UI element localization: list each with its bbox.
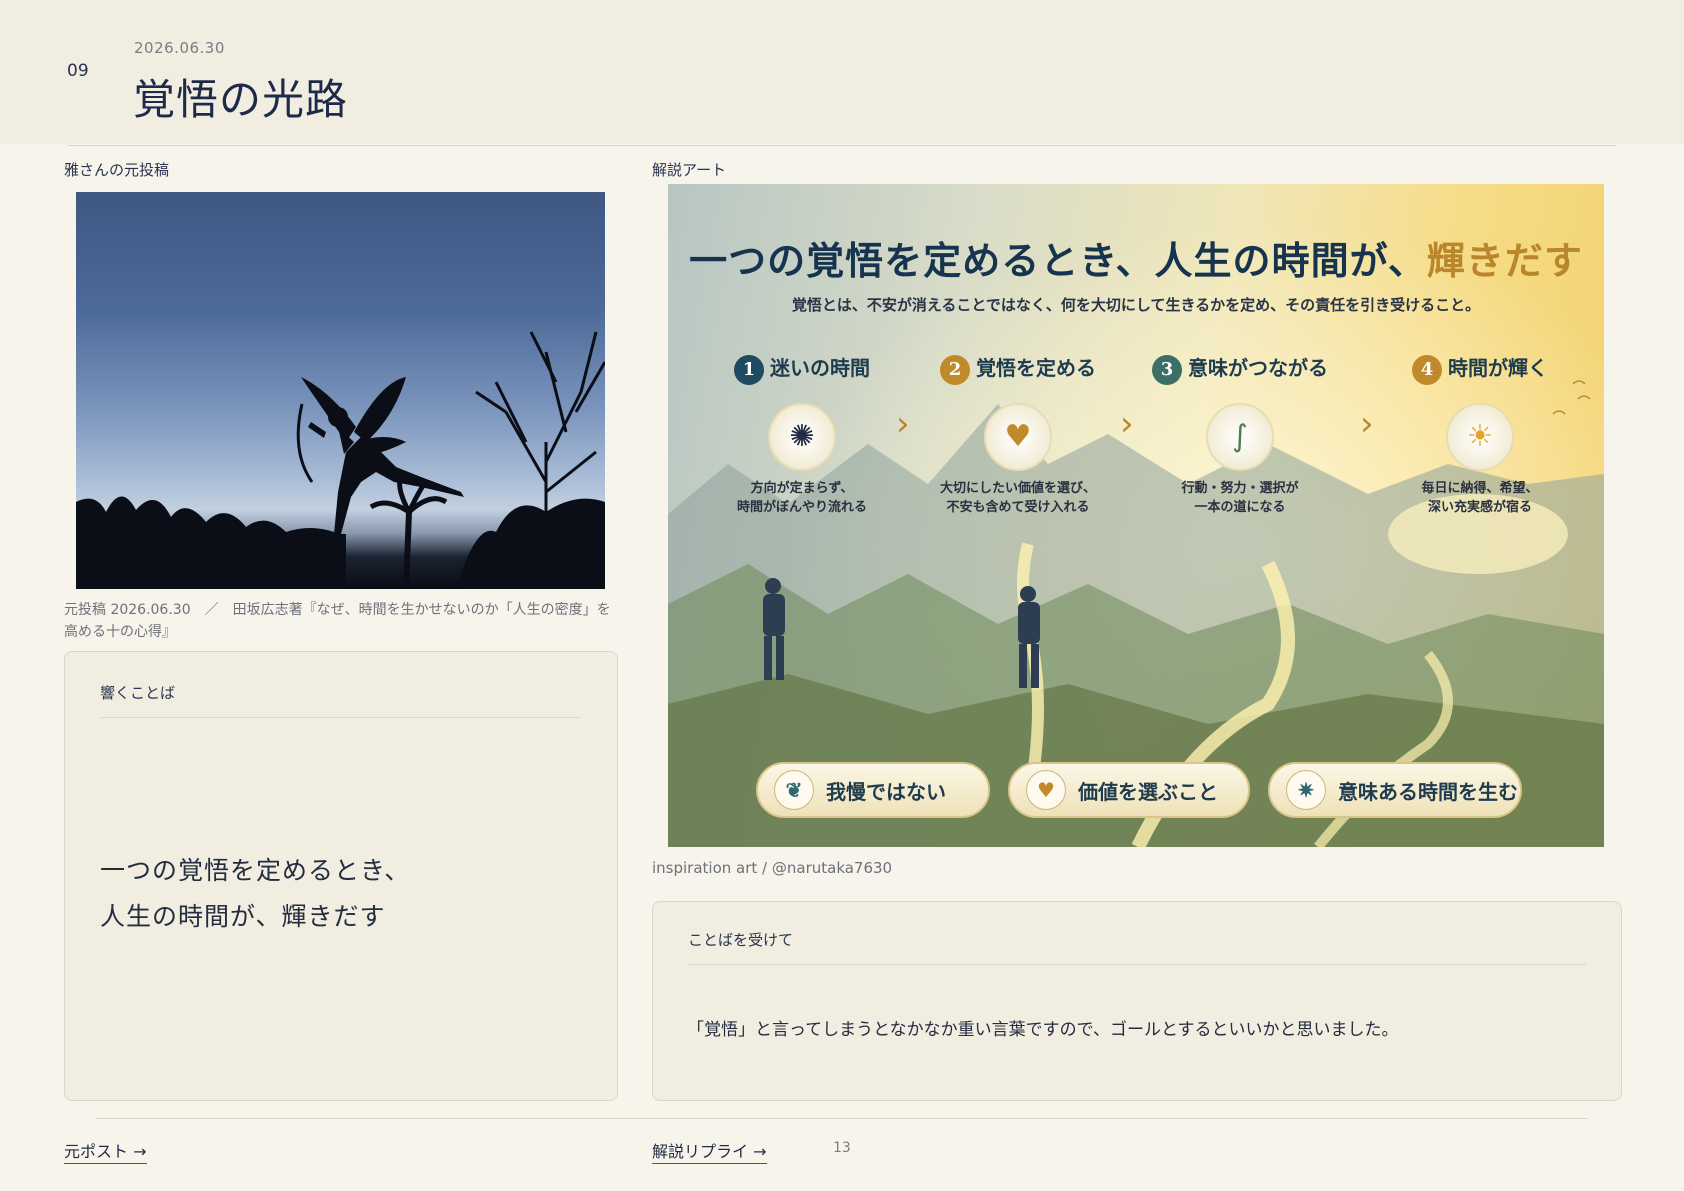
page-title: 覚悟の光路	[133, 75, 349, 124]
original-post-label: 雅さんの元投稿	[64, 161, 170, 179]
step-number-badge: 4	[1412, 354, 1442, 385]
art-title-part: 人生	[1154, 238, 1233, 283]
chevron-right-icon: ›	[1360, 404, 1374, 444]
step-desc: 時間がぼんやり流れる	[736, 499, 867, 515]
step-label: 覚悟を定める	[976, 356, 1096, 380]
card-divider	[100, 717, 581, 718]
pill-choose-values: ♥ 価値を選ぶこと	[1008, 762, 1250, 818]
response-card: ことばを受けて	[652, 901, 1622, 1101]
explanation-reply-link[interactable]: 解説リプライ →	[652, 1138, 767, 1164]
step-number-badge: 3	[1152, 354, 1182, 385]
explanation-art-label: 解説アート	[652, 161, 727, 179]
step-1: 1 迷いの時間 ✺ 方向が定まらず、 時間がぼんやり流れる	[702, 352, 902, 517]
step-number-badge: 2	[940, 354, 970, 385]
pill-meaningful-time: ✷ 意味ある時間を生む	[1268, 762, 1522, 818]
step-desc: 毎日に納得、希望、	[1421, 480, 1539, 496]
post-caption: 元投稿 2026.06.30 ／ 田坂広志著『なぜ、時間を生かせないのか「人生の…	[64, 602, 611, 640]
art-title-part: の	[1232, 238, 1272, 283]
pill-label: 意味ある時間を生む	[1338, 779, 1518, 804]
step-label: 意味がつながる	[1188, 356, 1328, 380]
card-divider	[688, 964, 1586, 965]
art-title-highlight: 輝きだす	[1426, 238, 1583, 283]
step-label: 迷いの時間	[770, 356, 870, 380]
tangled-knot-icon: ✺	[768, 402, 836, 471]
quote-line-2: 人生の時間が、輝きだす	[100, 902, 386, 931]
pill-label: 価値を選ぶこと	[1078, 779, 1218, 804]
step-3: 3 意味がつながる ∫ 行動・努力・選択が 一本の道になる	[1140, 352, 1340, 517]
step-number-badge: 1	[734, 354, 764, 385]
art-title-part: 時間	[1271, 238, 1350, 283]
response-heading: ことばを受けて	[688, 931, 794, 949]
header-divider	[68, 145, 1616, 146]
response-text: 「覚悟」と言ってしまうとなかなか重い言葉ですので、ゴールとするといいかと思いまし…	[687, 1020, 1399, 1040]
step-desc: 不安も含めて受け入れる	[946, 499, 1090, 515]
entry-number: 09	[67, 61, 89, 81]
art-title-part: が、	[1349, 238, 1427, 283]
explanation-art: 一つの覚悟を定めるとき、人生の時間が、輝きだす 覚悟とは、不安が消えることではな…	[668, 184, 1604, 847]
leaf-sprout-icon: ❦	[774, 770, 814, 810]
original-post-photo	[76, 192, 605, 589]
silhouette-scene	[76, 331, 605, 589]
entry-date: 2026.06.30	[134, 39, 225, 57]
art-title: 一つの覚悟を定めるとき、人生の時間が、輝きだす	[668, 230, 1604, 285]
step-desc: 深い充実感が宿る	[1427, 499, 1532, 515]
star-burst-icon: ✷	[1286, 770, 1326, 810]
winding-path-icon: ∫	[1206, 402, 1274, 471]
art-credit: inspiration art / @narutaka7630	[652, 859, 893, 877]
original-post-link[interactable]: 元ポスト →	[64, 1138, 147, 1164]
reply-count: 13	[833, 1140, 851, 1156]
resonant-words-heading: 響くことば	[100, 684, 176, 702]
step-desc: 方向が定まらず、	[750, 480, 854, 496]
step-label: 時間が輝く	[1448, 356, 1548, 380]
footer-divider	[96, 1118, 1588, 1119]
step-desc: 大切にしたい価値を選び、	[939, 480, 1096, 496]
art-title-part: を定めるとき、	[884, 238, 1155, 283]
pill-not-endurance: ❦ 我慢ではない	[756, 762, 990, 818]
art-subtitle: 覚悟とは、不安が消えることではなく、何を大切にして生きるかを定め、その責任を引き…	[791, 296, 1481, 314]
pill-label: 我慢ではない	[826, 779, 946, 804]
art-title-part: 覚悟	[806, 238, 885, 283]
sun-icon: ☀	[1446, 402, 1514, 471]
heart-in-hand-icon: ♥	[984, 402, 1052, 471]
quote-line-1: 一つの覚悟を定めるとき、	[100, 856, 411, 885]
chevron-right-icon: ›	[896, 404, 910, 444]
step-desc: 行動・努力・選択が	[1181, 480, 1299, 496]
chevron-right-icon: ›	[1120, 404, 1134, 444]
step-desc: 一本の道になる	[1194, 499, 1286, 515]
featured-quote: 一つの覚悟を定めるとき、 人生の時間が、輝きだす	[100, 848, 410, 940]
art-title-part: 一つの	[689, 238, 807, 283]
step-2: 2 覚悟を定める ♥ 大切にしたい価値を選び、 不安も含めて受け入れる	[918, 352, 1118, 517]
step-4: 4 時間が輝く ☀ 毎日に納得、希望、 深い充実感が宿る	[1380, 352, 1580, 517]
heart-icon: ♥	[1026, 770, 1066, 810]
